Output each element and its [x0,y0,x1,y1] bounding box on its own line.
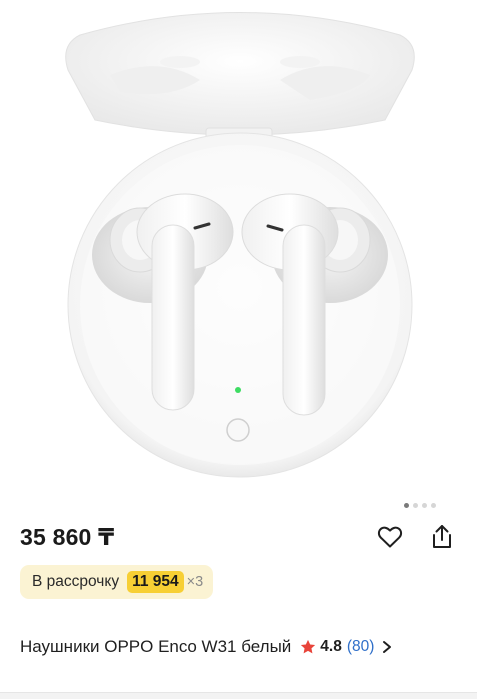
product-rating[interactable]: 4.8 (80) [299,638,393,656]
product-image-gallery[interactable] [0,0,477,500]
reviews-count-link[interactable]: (80) [347,638,375,656]
product-image [65,12,415,478]
product-price: 35 860 ₸ [20,523,115,550]
share-button[interactable] [427,522,457,552]
product-title: Наушники OPPO Enco W31 белый [20,637,292,656]
rating-value: 4.8 [320,638,342,655]
star-icon [301,639,316,654]
heart-icon [377,526,403,548]
gallery-dot[interactable] [431,503,436,508]
share-icon [433,525,451,548]
favorite-button[interactable] [375,522,405,552]
product-page: 35 860 ₸ В рассрочку 11 954 ×3 Наушники … [0,0,477,699]
installment-multiplier: ×3 [186,574,204,590]
product-actions [375,522,457,552]
installment-label: В рассрочку [32,573,120,590]
price-row: 35 860 ₸ [20,521,457,553]
chevron-right-icon[interactable] [381,640,393,654]
gallery-dot[interactable] [404,503,409,508]
product-title-row[interactable]: Наушники OPPO Enco W31 белый 4.8 (80) [20,633,460,661]
installment-amount: 11 954 [127,571,184,593]
gallery-pagination [404,503,436,508]
gallery-dot[interactable] [422,503,427,508]
gallery-dot[interactable] [413,503,418,508]
installment-badge[interactable]: В рассрочку 11 954 ×3 [20,565,214,599]
section-divider [0,692,477,699]
